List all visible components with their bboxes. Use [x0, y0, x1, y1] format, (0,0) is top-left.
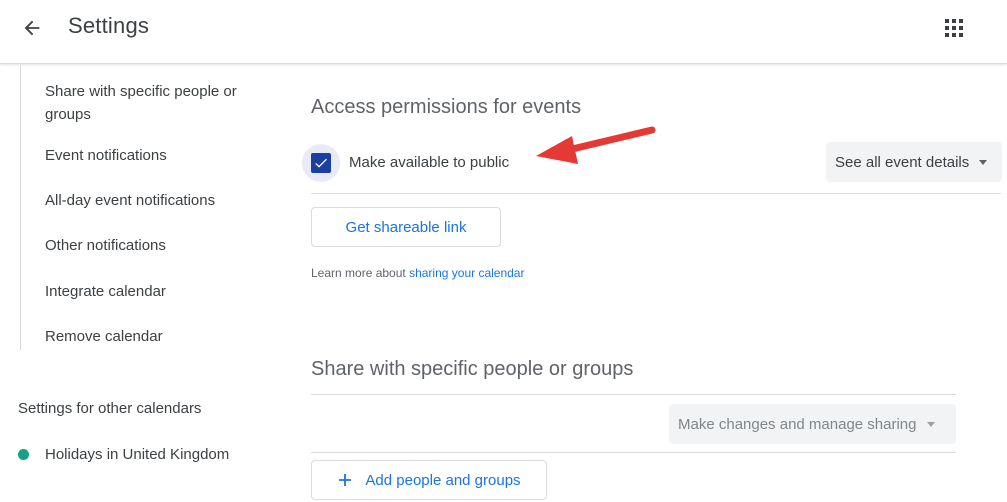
- chevron-down-icon: [979, 159, 988, 165]
- check-icon: [315, 158, 327, 168]
- plus-icon: [339, 474, 352, 486]
- public-checkbox-label: Make available to public: [349, 154, 510, 171]
- sharing-your-calendar-link[interactable]: sharing your calendar: [409, 266, 524, 280]
- add-people-button[interactable]: Add people and groups: [311, 460, 547, 500]
- red-arrow-annotation: [536, 126, 656, 164]
- learn-more-text: Learn more about sharing your calendar: [311, 266, 524, 280]
- other-calendars-heading: Settings for other calendars: [18, 400, 202, 417]
- permission-select[interactable]: Make changes and manage sharing: [669, 404, 956, 444]
- learn-more-prefix: Learn more about: [311, 266, 406, 280]
- sidebar-rail: [20, 65, 21, 350]
- share-specific-title: Share with specific people or groups: [311, 358, 634, 380]
- get-shareable-link-button[interactable]: Get shareable link: [311, 207, 501, 247]
- divider: [311, 452, 956, 453]
- sidebar-item-other-notifications[interactable]: Other notifications: [45, 234, 255, 257]
- back-button[interactable]: [14, 10, 50, 46]
- calendar-color-dot: [18, 449, 29, 460]
- calendar-label: Holidays in United Kingdom: [45, 446, 230, 463]
- apps-grid-icon: [945, 19, 963, 37]
- public-checkbox[interactable]: [302, 144, 340, 182]
- sidebar-item-event-notifications[interactable]: Event notifications: [45, 144, 255, 167]
- arrow-left-icon: [24, 20, 40, 36]
- app-header: Settings: [0, 0, 1007, 64]
- event-details-select-value: See all event details: [835, 153, 970, 171]
- access-permissions-title: Access permissions for events: [311, 96, 582, 118]
- get-shareable-link-label: Get shareable link: [345, 218, 467, 236]
- add-people-label: Add people and groups: [365, 471, 521, 489]
- event-details-select[interactable]: See all event details: [826, 142, 1002, 182]
- sidebar-item-integrate-calendar[interactable]: Integrate calendar: [45, 280, 255, 303]
- sidebar-item-all-day-notifications[interactable]: All-day event notifications: [45, 189, 255, 212]
- apps-button[interactable]: [936, 10, 972, 46]
- divider: [311, 193, 1001, 194]
- sidebar-item-share-specific[interactable]: Share with specific people or groups: [45, 80, 255, 126]
- divider: [311, 394, 956, 395]
- permission-select-value: Make changes and manage sharing: [678, 415, 917, 433]
- page-title: Settings: [68, 13, 150, 38]
- sidebar-item-holidays-uk[interactable]: Holidays in United Kingdom: [18, 446, 229, 463]
- checkbox-box: [311, 153, 331, 173]
- chevron-down-icon: [926, 421, 935, 427]
- sidebar-item-remove-calendar[interactable]: Remove calendar: [45, 325, 255, 348]
